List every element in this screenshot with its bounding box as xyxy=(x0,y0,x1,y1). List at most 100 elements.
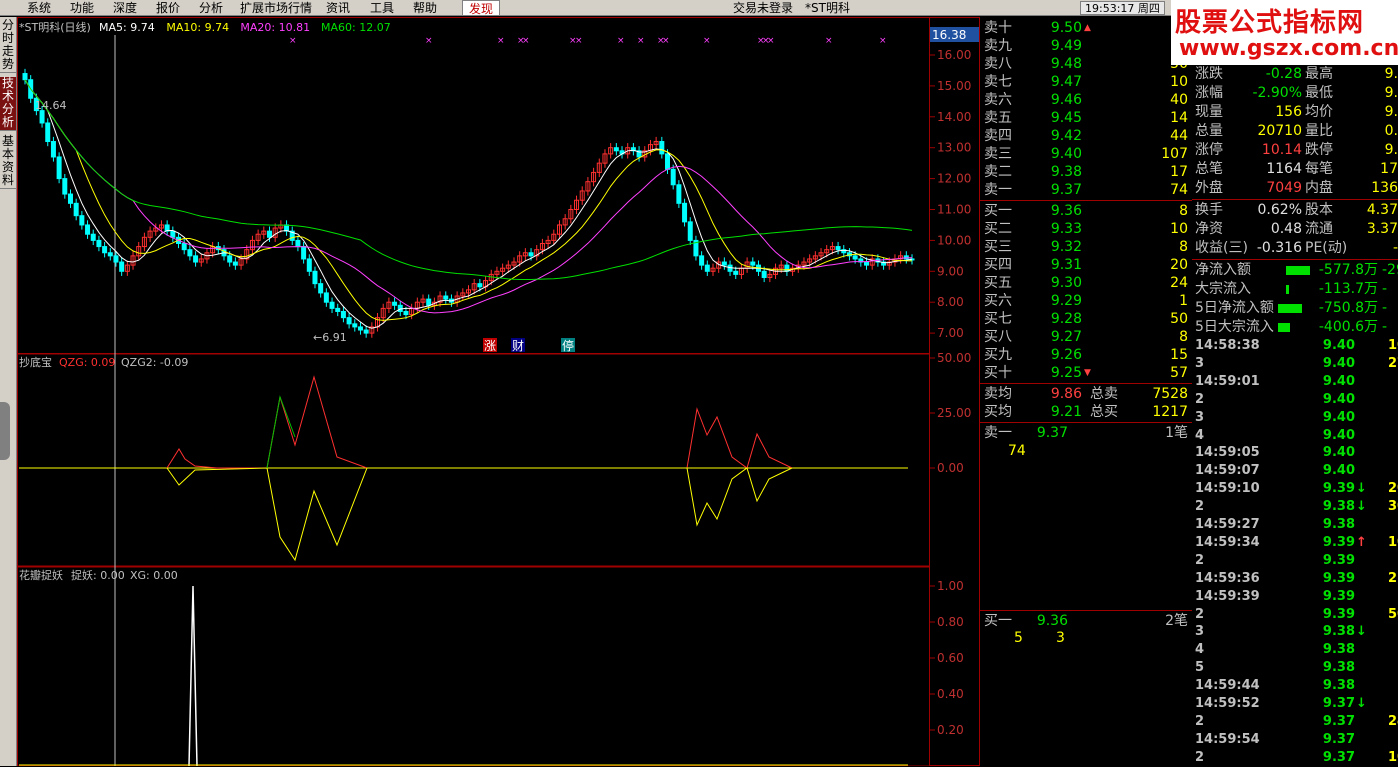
sell-level-volume: 17 xyxy=(1170,164,1188,180)
buy-level-row[interactable]: 买一 9.36 8 xyxy=(980,202,1192,220)
tick-row[interactable]: 14:59:54 9.37 xyxy=(1192,731,1398,749)
buy-level-row[interactable]: 买六 9.29 1 xyxy=(980,292,1192,310)
tick-row[interactable]: 14:59:05 9.40 xyxy=(1192,444,1398,462)
tick-price: 9.40 xyxy=(1322,391,1355,407)
tick-price: 9.39 xyxy=(1322,552,1355,568)
tick-row[interactable]: 14:59:01 9.40 xyxy=(1192,373,1398,391)
quote-divider xyxy=(1192,199,1398,200)
sell-level-price: 9.48 xyxy=(1050,56,1082,72)
sell-level-row[interactable]: 卖二 9.38 17 xyxy=(980,163,1192,181)
sell-level-price: 9.40 xyxy=(1050,146,1082,162)
sell-level-label: 卖三 xyxy=(984,146,1012,162)
tick-row[interactable]: 14:59:44 9.38 xyxy=(1192,677,1398,695)
buy-level-price: 9.25 xyxy=(1050,365,1082,381)
candle xyxy=(193,251,199,267)
chart-area[interactable]: 16.00 15.00 14.00 13.00 12.00 11.00 10.00 9.00 8… xyxy=(17,17,980,766)
tick-row[interactable]: 5 9.38 xyxy=(1192,659,1398,677)
sell-level-row[interactable]: 卖三 9.40 107 xyxy=(980,145,1192,163)
candle xyxy=(460,288,466,301)
menu-item-1[interactable]: 功能 xyxy=(70,0,94,16)
menu-item-8[interactable]: 帮助 xyxy=(413,0,437,16)
summary-label: 买均 xyxy=(984,404,1012,420)
tab-technical[interactable]: 技术分析 xyxy=(0,77,16,131)
sell-level-row[interactable]: 卖六 9.46 40 xyxy=(980,91,1192,109)
quote-label2: 量比 xyxy=(1305,123,1333,139)
tick-time: 14:59:52 xyxy=(1195,696,1260,711)
tick-row[interactable]: 3 9.40 xyxy=(1192,409,1398,427)
tick-row[interactable]: 14:58:38 9.40 10 xyxy=(1192,337,1398,355)
tick-time: 2 xyxy=(1195,499,1205,515)
menu-item-2[interactable]: 深度 xyxy=(113,0,137,16)
buy-level-row[interactable]: 买五 9.30 24 xyxy=(980,274,1192,292)
tick-row[interactable]: 14:59:36 9.39 2 xyxy=(1192,570,1398,588)
sell-level-row[interactable]: 卖九9.495 xyxy=(980,37,1192,55)
tick-list[interactable]: 14:58:389.401039.402714:59:019.4029.4039… xyxy=(1192,337,1398,766)
tick-price: 9.38 xyxy=(1322,624,1355,640)
buy-level-row[interactable]: 买四 9.31 20 xyxy=(980,256,1192,274)
tick-row[interactable]: 14:59:34 9.39↑ 10 xyxy=(1192,534,1398,552)
queue-volume: 74 xyxy=(1008,443,1026,459)
tick-row[interactable]: 2 9.37 24 xyxy=(1192,713,1398,731)
buy-level-row[interactable]: 买九 9.26 15 xyxy=(980,346,1192,364)
buy-level-row[interactable]: 买十 9.25 ▼ 57 xyxy=(980,364,1192,382)
menu-item-6[interactable]: 资讯 xyxy=(326,0,350,16)
buy-level-row[interactable]: 买二 9.33 10 xyxy=(980,220,1192,238)
tick-row[interactable]: 14:59:27 9.38 xyxy=(1192,516,1398,534)
menu-item-4[interactable]: 分析 xyxy=(199,0,223,16)
sell-level-row[interactable]: 卖七 9.47 10 xyxy=(980,73,1192,91)
tick-row[interactable]: 3 9.38 ↓ xyxy=(1192,623,1398,641)
collapse-arrow-handle[interactable] xyxy=(0,402,10,460)
tick-time: 14:59:54 xyxy=(1195,731,1260,747)
candle xyxy=(306,254,312,276)
sell-level-row[interactable]: 卖五 9.45 14 xyxy=(980,109,1192,127)
menu-item-3[interactable]: 报价 xyxy=(156,0,180,16)
tick-row[interactable]: 2 9.37 10 xyxy=(1192,749,1398,767)
buy-level-row[interactable]: 买三 9.32 8 xyxy=(980,238,1192,256)
ind2-tick-label: 0.40 xyxy=(937,687,964,701)
sell-level-volume: 107 xyxy=(1161,146,1188,162)
sell-level-label: 卖十 xyxy=(984,20,1012,36)
sell-level-row[interactable]: 卖十 9.50 ▲ xyxy=(980,19,1192,37)
menu-found[interactable]: 发现 xyxy=(462,0,501,16)
tick-row[interactable]: 4 9.38 xyxy=(1192,641,1398,659)
tick-time: 14:59:39 xyxy=(1195,588,1260,604)
sell-level-row[interactable]: 卖八9.4850 xyxy=(980,55,1192,73)
ind1-name: 抄底宝 xyxy=(19,355,52,369)
sell1-label: 卖一 xyxy=(984,425,1012,441)
sell-level-row[interactable]: 卖四 9.42 44 xyxy=(980,127,1192,145)
sell-level-row[interactable]: 卖一 9.37 74 xyxy=(980,181,1192,199)
tick-row[interactable]: 2 9.38↓ 30 xyxy=(1192,498,1398,516)
quote-label: 总笔 xyxy=(1195,161,1223,177)
tick-row[interactable]: 14:59:39 9.39 xyxy=(1192,588,1398,606)
tick-price: 9.40 xyxy=(1322,373,1355,389)
ind1-qzg: QZG: 0.09 xyxy=(59,356,115,369)
candle xyxy=(249,235,255,255)
tick-row[interactable]: 14:59:52 9.37 ↓ xyxy=(1192,695,1398,713)
flow-label: 净流入额 xyxy=(1195,262,1251,278)
tick-row[interactable]: 14:59:10 9.39↓ 20 xyxy=(1192,480,1398,498)
tick-row[interactable]: 2 9.40 xyxy=(1192,391,1398,409)
price-tick-label: 16.00 xyxy=(937,48,971,62)
tick-row[interactable]: 4 9.40 xyxy=(1192,427,1398,445)
tick-row[interactable]: 2 9.39 xyxy=(1192,552,1398,570)
quote-label: 涨停 xyxy=(1195,142,1223,158)
menu-item-0[interactable]: 系统 xyxy=(27,0,51,16)
quote-label: 外盘 xyxy=(1195,180,1223,196)
tick-row[interactable]: 3 9.40 27 xyxy=(1192,355,1398,373)
login-status: 交易未登录 xyxy=(733,1,794,15)
price-tick-label: 8.00 xyxy=(937,295,964,309)
tab-fundamentals[interactable]: 基本资料 xyxy=(0,135,16,189)
tick-row[interactable]: 2 9.39 50 xyxy=(1192,606,1398,624)
flow-tail: -29 xyxy=(1382,262,1398,278)
menu-item-5[interactable]: 扩展市场行情 xyxy=(240,0,312,16)
candle xyxy=(102,241,108,258)
tick-row[interactable]: 14:59:07 9.40 xyxy=(1192,462,1398,480)
buy-level-row[interactable]: 买七 9.28 50 xyxy=(980,310,1192,328)
candle xyxy=(170,226,176,242)
sell1-queue-header: 卖一 9.37 1笔 xyxy=(980,424,1192,442)
tick-time: 14:59:34 xyxy=(1195,534,1260,550)
buy-level-label: 买三 xyxy=(984,239,1012,255)
tab-time-trend[interactable]: 分时走势 xyxy=(0,19,16,73)
buy-level-row[interactable]: 买八 9.27 8 xyxy=(980,328,1192,346)
menu-item-7[interactable]: 工具 xyxy=(370,0,394,16)
